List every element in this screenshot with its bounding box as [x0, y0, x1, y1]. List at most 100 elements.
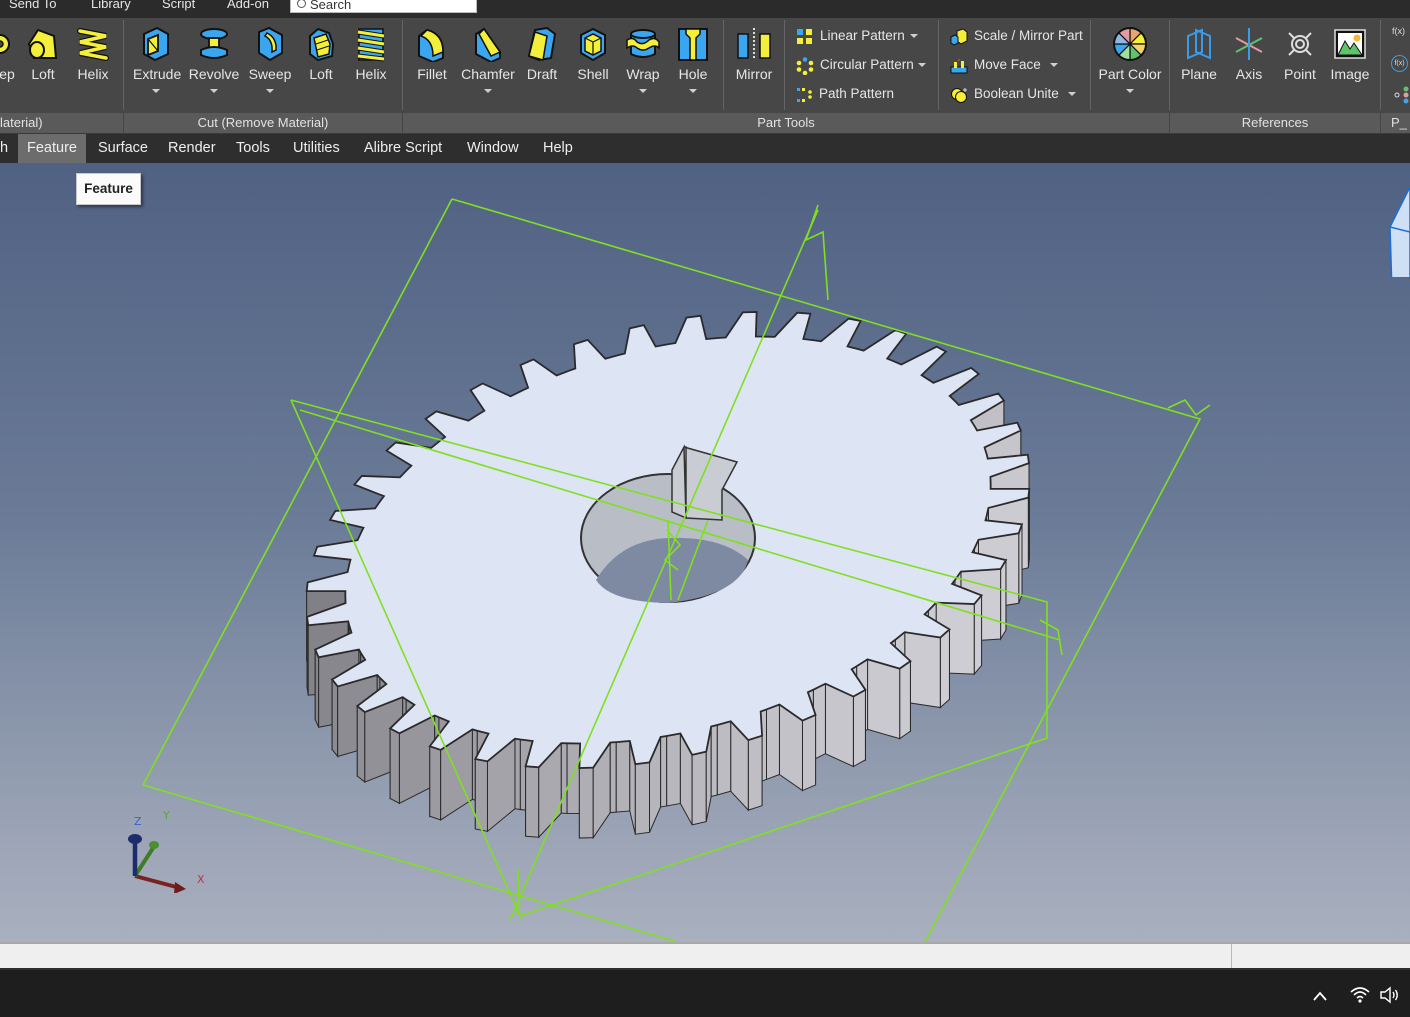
gear-tooth-face	[716, 720, 732, 796]
gear-tooth-face	[514, 738, 521, 811]
taskbar	[0, 968, 1410, 1017]
revolve-cut-button[interactable]: Revolve	[188, 26, 240, 93]
dropdown-arrow[interactable]	[484, 89, 492, 93]
loft-cut-button[interactable]: Loft	[304, 26, 338, 82]
sweep-cut-button[interactable]: Sweep	[248, 26, 292, 93]
ribbon-separator	[123, 20, 124, 110]
gear-tooth-face	[747, 735, 763, 811]
fillet-icon	[418, 28, 444, 62]
chamfer-button[interactable]: Chamfer	[461, 26, 515, 93]
fillet-button[interactable]: Fillet	[412, 26, 452, 82]
tab-render[interactable]: Render	[159, 134, 225, 163]
ribbon-separator	[1169, 20, 1170, 110]
tab-alibre-script[interactable]: Alibre Script	[355, 134, 451, 163]
boolean-unite-icon	[951, 88, 967, 103]
dropdown-arrow[interactable]	[266, 89, 274, 93]
helix-add-icon	[77, 28, 109, 61]
volume-icon[interactable]	[1379, 986, 1401, 1004]
tab-help[interactable]: Help	[534, 134, 582, 163]
sketch-marker	[804, 204, 829, 301]
tab-tools[interactable]: Tools	[227, 134, 279, 163]
menu-script[interactable]: Script	[162, 0, 195, 11]
equation-editor-icon[interactable]: f(x)	[1392, 26, 1405, 36]
dropdown-arrow[interactable]	[918, 63, 926, 67]
menubar: h Feature Surface Render Tools Utilities…	[0, 134, 1410, 163]
parameter-tree-icon[interactable]	[1394, 86, 1410, 109]
move-face-button[interactable]: Move Face	[950, 55, 1065, 75]
draft-button[interactable]: Draft	[524, 26, 560, 82]
z-axis-head	[128, 834, 142, 844]
move-face-icon	[950, 59, 968, 74]
gear-tooth-face	[691, 751, 707, 826]
wifi-icon[interactable]	[1349, 986, 1371, 1004]
gear-tooth-face	[660, 735, 668, 808]
gear-tooth-face	[710, 724, 718, 798]
scale-mirror-part-button[interactable]: Scale / Mirror Part	[950, 26, 1085, 46]
path-pattern-button[interactable]: Path Pattern	[796, 84, 906, 104]
chevron-up-icon[interactable]	[1312, 990, 1328, 1002]
circular-pattern-button[interactable]: Circular Pattern	[796, 55, 931, 75]
hole-button[interactable]: Hole	[674, 26, 712, 93]
tab-feature[interactable]: Feature	[18, 134, 86, 163]
axis-button[interactable]: Axis	[1232, 26, 1266, 82]
y-axis-label: Y	[162, 809, 170, 822]
menu-send-to[interactable]: Send To	[9, 0, 56, 11]
gear-tooth-face	[899, 660, 911, 740]
gear-model[interactable]	[305, 311, 1031, 840]
gear-tooth-face	[560, 742, 568, 814]
menu-library[interactable]: Library	[91, 0, 131, 11]
mirror-button[interactable]: Mirror	[734, 26, 774, 82]
dropdown-arrow[interactable]	[1126, 89, 1134, 93]
function-icon[interactable]: f(x)	[1391, 55, 1408, 72]
image-button[interactable]: Image	[1328, 26, 1372, 82]
dropdown-arrow[interactable]	[639, 89, 647, 93]
circular-pattern-icon	[796, 57, 814, 75]
dropdown-arrow[interactable]	[152, 89, 160, 93]
menu-add-on[interactable]: Add-on	[227, 0, 269, 11]
ribbon: ep Loft Helix Extrude Revolve Sweep Loft…	[0, 18, 1410, 113]
shell-button[interactable]: Shell	[574, 26, 612, 82]
boolean-unite-button[interactable]: Boolean Unite	[950, 84, 1080, 104]
helix-add-button[interactable]: Helix	[74, 26, 112, 82]
gear-tooth-face	[801, 714, 817, 792]
linear-pattern-icon	[797, 29, 812, 44]
revolve-cut-icon	[200, 28, 228, 59]
group-separator	[1380, 113, 1381, 134]
gear-tooth-face	[525, 765, 540, 838]
gear-tooth-face	[429, 745, 442, 821]
ribbon-separator	[784, 20, 785, 110]
x-axis-label: X	[197, 873, 205, 886]
axis-triad: Z Y X	[128, 809, 205, 893]
ribbon-group-labels: laterial) Cut (Remove Material) Part Too…	[0, 113, 1410, 134]
status-message-area	[0, 944, 1232, 968]
dropdown-arrow[interactable]	[689, 89, 697, 93]
loft-add-button[interactable]: Loft	[25, 26, 61, 82]
dropdown-arrow[interactable]	[1050, 63, 1058, 67]
dropdown-arrow[interactable]	[910, 34, 918, 38]
tab-window[interactable]: Window	[458, 134, 528, 163]
dropdown-arrow[interactable]	[210, 89, 218, 93]
sweep-add-button[interactable]: ep	[0, 26, 22, 82]
gear-tooth-face	[867, 658, 901, 740]
point-button[interactable]: Point	[1282, 26, 1318, 82]
tab-utilities[interactable]: Utilities	[284, 134, 349, 163]
wrap-button[interactable]: Wrap	[622, 26, 664, 93]
helix-cut-button[interactable]: Helix	[352, 26, 390, 82]
search-icon	[297, 0, 306, 8]
plane-button[interactable]: Plane	[1180, 26, 1218, 82]
view-cube[interactable]	[1386, 187, 1410, 277]
part-color-button[interactable]: Part Color	[1098, 26, 1162, 93]
search-input[interactable]: Search	[290, 0, 477, 13]
hole-icon	[678, 28, 708, 61]
x-axis-head	[174, 882, 186, 893]
gear-tooth-face	[852, 689, 866, 768]
extrude-cut-icon	[143, 26, 169, 62]
tab-sketch[interactable]: h	[0, 134, 17, 163]
y-axis-arrow	[133, 846, 155, 878]
tab-surface[interactable]: Surface	[89, 134, 157, 163]
extrude-cut-button[interactable]: Extrude	[133, 26, 181, 93]
3d-viewport[interactable]: Z Y X	[0, 163, 1410, 942]
linear-pattern-button[interactable]: Linear Pattern	[796, 26, 926, 46]
dropdown-arrow[interactable]	[1068, 92, 1076, 96]
helix-cut-icon	[357, 28, 385, 62]
